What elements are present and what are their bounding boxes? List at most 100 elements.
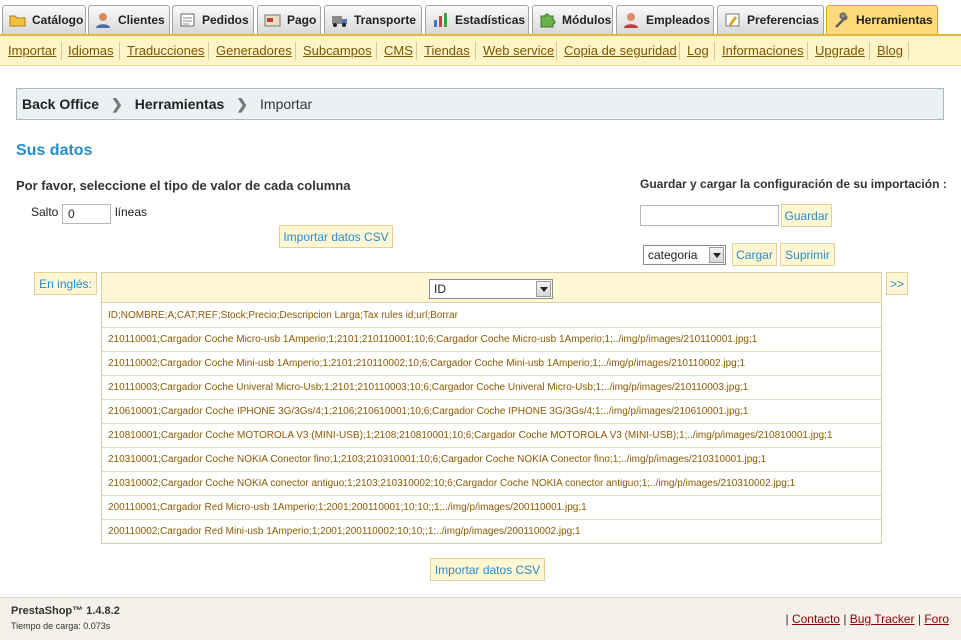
tab-preferencias[interactable]: Preferencias: [717, 5, 824, 34]
tab-label: Módulos: [562, 13, 612, 27]
chevron-right-icon: ❯: [236, 95, 249, 112]
delete-config-button[interactable]: Suprimir: [780, 243, 835, 266]
instructions-text: Por favor, seleccione el tipo de valor d…: [16, 178, 351, 193]
tab-label: Clientes: [118, 13, 165, 27]
main-tab-bar: Catálogo Clientes Pedidos Pago Transport…: [0, 0, 961, 35]
tab-label: Preferencias: [747, 13, 820, 27]
tab-modulos[interactable]: Módulos: [532, 5, 613, 34]
table-row: 210110001;Cargador Coche Micro-usb 1Ampe…: [102, 328, 881, 352]
subtab-separator: [807, 42, 808, 60]
subtab-separator: [869, 42, 870, 60]
table-header: ID: [102, 273, 881, 303]
breadcrumb: Back Office ❯ Herramientas ❯ Importar: [16, 88, 944, 120]
table-row: 200110002;Cargador Red Mini-usb 1Amperio…: [108, 526, 581, 537]
subtab-separator: [295, 42, 296, 60]
subtab-blog[interactable]: Blog: [877, 43, 903, 58]
tab-label: Estadísticas: [455, 13, 526, 27]
subtab-subcampos[interactable]: Subcampos: [303, 43, 372, 58]
tab-estadisticas[interactable]: Estadísticas: [425, 5, 529, 34]
table-row: 200110001;Cargador Red Micro-usb 1Amperi…: [102, 496, 881, 520]
breadcrumb-back-office[interactable]: Back Office: [22, 96, 99, 112]
payment-icon: [264, 12, 281, 28]
chevron-down-icon: [536, 281, 551, 297]
preferences-icon: [724, 12, 741, 28]
tab-catalogo[interactable]: Catálogo: [2, 5, 86, 34]
footer-links: | Contacto | Bug Tracker | Foro: [785, 612, 949, 626]
config-name-input[interactable]: [640, 205, 779, 226]
table-row: 210810001;Cargador Coche MOTOROLA V3 (MI…: [102, 424, 881, 448]
chart-icon: [432, 12, 449, 28]
subtab-separator: [61, 42, 62, 60]
footer-link-foro[interactable]: Foro: [924, 612, 949, 626]
tab-label: Pedidos: [202, 13, 249, 27]
table-row: 210110002;Cargador Coche Mini-usb 1Amper…: [102, 352, 881, 376]
tab-label: Catálogo: [32, 13, 84, 27]
tab-label: Pago: [287, 13, 317, 27]
subtab-web-service[interactable]: Web service: [483, 43, 554, 58]
tab-herramientas[interactable]: Herramientas: [826, 5, 938, 34]
csv-preview-table: ID ID;NOMBRE;A;CAT;REF;Stock;Precio;Desc…: [101, 272, 882, 544]
english-label-button[interactable]: En inglés:: [34, 272, 97, 295]
footer-link-contacto[interactable]: Contacto: [792, 612, 840, 626]
subtab-separator: [679, 42, 680, 60]
tab-pago[interactable]: Pago: [257, 5, 321, 34]
subtab-separator: [714, 42, 715, 60]
subtab-importar[interactable]: Importar: [8, 43, 56, 58]
subtab-cms[interactable]: CMS: [384, 43, 413, 58]
page-title: Sus datos: [16, 142, 93, 159]
save-config-button[interactable]: Guardar: [781, 204, 832, 227]
subtab-log[interactable]: Log: [687, 43, 709, 58]
chevron-down-icon: [709, 247, 724, 263]
skip-label: Salto: [31, 205, 59, 219]
table-row: 210110003;Cargador Coche Univeral Micro-…: [102, 376, 881, 400]
subtab-separator: [556, 42, 557, 60]
subtab-tiendas[interactable]: Tiendas: [424, 43, 470, 58]
tab-label: Empleados: [646, 13, 711, 27]
config-select-value: categoria: [648, 248, 698, 262]
subtab-generadores[interactable]: Generadores: [216, 43, 292, 58]
subtab-separator: [416, 42, 417, 60]
table-row: ID;NOMBRE;A;CAT;REF;Stock;Precio;Descrip…: [102, 304, 881, 328]
tab-pedidos[interactable]: Pedidos: [172, 5, 254, 34]
footer-link-bug-tracker[interactable]: Bug Tracker: [850, 612, 915, 626]
skip-suffix: líneas: [115, 205, 148, 219]
subtab-upgrade[interactable]: Upgrade: [815, 43, 865, 58]
breadcrumb-herramientas[interactable]: Herramientas: [135, 96, 225, 112]
config-select[interactable]: categoria: [643, 245, 726, 265]
import-csv-button-bottom[interactable]: Importar datos CSV: [430, 558, 545, 581]
column-type-value: ID: [434, 282, 446, 296]
tab-transporte[interactable]: Transporte: [324, 5, 422, 34]
tab-empleados[interactable]: Empleados: [616, 5, 714, 34]
footer-separator: |: [917, 612, 921, 626]
footer-separator: |: [785, 612, 789, 626]
column-type-select[interactable]: ID: [429, 279, 553, 299]
puzzle-icon: [539, 12, 556, 28]
load-config-button[interactable]: Cargar: [732, 243, 777, 266]
breadcrumb-current: Importar: [260, 96, 313, 112]
import-csv-button-top[interactable]: Importar datos CSV: [279, 225, 393, 248]
tab-label: Herramientas: [856, 13, 933, 27]
subtab-separator: [208, 42, 209, 60]
tab-clientes[interactable]: Clientes: [88, 5, 170, 34]
skip-lines-input[interactable]: [62, 204, 111, 224]
order-icon: [179, 12, 196, 28]
tab-label: Transporte: [354, 13, 417, 27]
subtab-separator: [119, 42, 120, 60]
footer-separator: |: [843, 612, 847, 626]
footer-brand: PrestaShop™ 1.4.8.2: [11, 605, 120, 617]
footer-load-time: Tiempo de carga: 0.073s: [11, 621, 111, 631]
subtab-separator: [908, 42, 909, 60]
table-row: 210310001;Cargador Coche NOKIA Conector …: [102, 448, 881, 472]
folder-icon: [9, 12, 26, 28]
wrench-icon: [833, 12, 850, 28]
save-config-heading: Guardar y cargar la configuración de su …: [640, 177, 947, 191]
person-icon: [95, 12, 112, 28]
subtab-idiomas[interactable]: Idiomas: [68, 43, 114, 58]
page: { "tabs": [ {"label": "Catálogo", "icon"…: [0, 0, 961, 640]
subtab-copia-de-seguridad[interactable]: Copia de seguridad: [564, 43, 677, 58]
next-column-button[interactable]: >>: [886, 272, 908, 295]
subtab-separator: [376, 42, 377, 60]
subtab-traducciones[interactable]: Traducciones: [127, 43, 205, 58]
subtab-informaciones[interactable]: Informaciones: [722, 43, 804, 58]
chevron-right-icon: ❯: [111, 95, 123, 112]
